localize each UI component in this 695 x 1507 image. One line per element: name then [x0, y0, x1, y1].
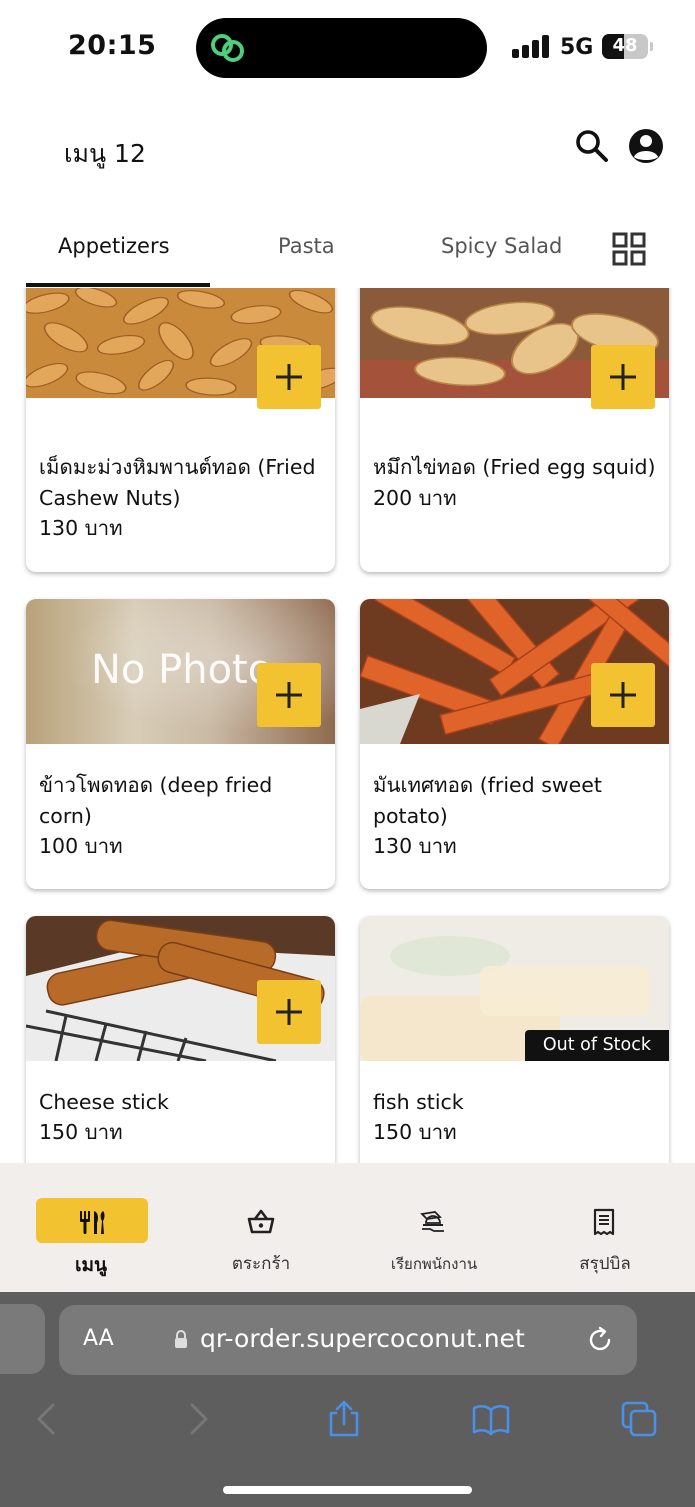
home-indicator	[223, 1486, 472, 1494]
grid-view-icon[interactable]	[612, 232, 646, 266]
app-header: เมนู 12	[0, 96, 695, 206]
item-name: Cheese stick	[39, 1090, 169, 1114]
plus-icon	[610, 682, 636, 708]
add-to-cart-button[interactable]	[257, 345, 321, 409]
lock-icon	[175, 1330, 187, 1348]
forward-icon[interactable]	[178, 1399, 218, 1439]
menu-grid: เม็ดมะม่วงหิมพานต์ทอด (Fried Cashew Nuts…	[0, 288, 695, 1163]
back-icon[interactable]	[27, 1399, 67, 1439]
bookmarks-icon[interactable]	[471, 1399, 511, 1439]
battery-level: 48	[612, 35, 638, 56]
reload-icon[interactable]	[585, 1325, 615, 1355]
item-price: 150 บาท	[373, 1120, 457, 1144]
menu-item-card[interactable]: Cheese stick 150 บาท	[26, 916, 335, 1163]
item-name: หมึกไข่ทอด (Fried egg squid)	[373, 455, 656, 479]
plus-icon	[276, 999, 302, 1025]
add-to-cart-button[interactable]	[591, 345, 655, 409]
menu-item-card[interactable]: No Photo ข้าวโพดทอด (deep fried corn) 10…	[26, 599, 335, 889]
utensils-icon	[80, 1211, 105, 1234]
menu-item-card[interactable]: หมึกไข่ทอด (Fried egg squid) 200 บาท	[360, 288, 669, 572]
account-circle-icon[interactable]	[627, 127, 665, 165]
url-text: qr-order.supercoconut.net	[200, 1324, 525, 1353]
add-to-cart-button[interactable]	[257, 980, 321, 1044]
battery-icon: 48	[602, 34, 648, 59]
no-photo-label: No Photo	[91, 647, 273, 693]
status-bar: 20:15 5G 48	[0, 0, 695, 96]
nav-label: เรียกพนักงาน	[390, 1255, 478, 1273]
item-price: 100 บาท	[39, 834, 123, 858]
add-to-cart-button[interactable]	[591, 663, 655, 727]
share-icon[interactable]	[324, 1399, 364, 1439]
item-price: 130 บาท	[39, 516, 123, 540]
item-name: fish stick	[373, 1090, 464, 1114]
plus-icon	[610, 364, 636, 390]
address-bar[interactable]: AA qr-order.supercoconut.net	[59, 1305, 637, 1375]
add-to-cart-button[interactable]	[257, 663, 321, 727]
tab-pasta[interactable]: Pasta	[278, 234, 335, 258]
bottom-navigation: เมนู ตระกร้า เรียกพนักงาน สรุปบิล	[0, 1163, 695, 1292]
signal-icon	[512, 34, 550, 58]
item-name: ข้าวโพดทอด (deep fried corn)	[39, 773, 273, 828]
call-waiter-icon	[420, 1211, 444, 1232]
nav-label: สรุปบิล	[579, 1254, 631, 1274]
tab-appetizers[interactable]: Appetizers	[58, 234, 170, 258]
link-chain-icon	[211, 34, 244, 62]
item-name: เม็ดมะม่วงหิมพานต์ทอด (Fried Cashew Nuts…	[39, 455, 316, 510]
previous-tab-preview[interactable]	[0, 1304, 45, 1374]
tab-spicy-salad[interactable]: Spicy Salad	[441, 234, 562, 258]
nav-label: เมนู	[74, 1254, 107, 1276]
menu-item-card[interactable]: Out of Stock fish stick 150 บาท	[360, 916, 669, 1163]
item-name: มันเทศทอด (fried sweet potato)	[373, 773, 602, 828]
search-icon[interactable]	[574, 128, 610, 164]
item-price: 130 บาท	[373, 834, 457, 858]
receipt-icon	[593, 1208, 615, 1236]
status-time: 20:15	[68, 30, 157, 61]
network-label: 5G	[560, 35, 594, 60]
dynamic-island	[196, 18, 487, 78]
category-tabs: Appetizers Pasta Spicy Salad	[0, 206, 695, 288]
nav-menu[interactable]: เมนู	[0, 1163, 174, 1292]
plus-icon	[276, 682, 302, 708]
browser-toolbar: AA qr-order.supercoconut.net	[0, 1292, 695, 1507]
active-tab-indicator	[26, 283, 210, 287]
item-price: 200 บาท	[373, 486, 457, 510]
text-size-button[interactable]: AA	[83, 1326, 114, 1351]
nav-cart[interactable]: ตระกร้า	[174, 1163, 348, 1292]
item-price: 150 บาท	[39, 1120, 123, 1144]
nav-bill-summary[interactable]: สรุปบิล	[521, 1163, 695, 1292]
nav-call-waiter[interactable]: เรียกพนักงาน	[348, 1163, 522, 1292]
page-title: เมนู 12	[64, 139, 146, 168]
menu-item-card[interactable]: มันเทศทอด (fried sweet potato) 130 บาท	[360, 599, 669, 889]
out-of-stock-badge: Out of Stock	[524, 1030, 669, 1061]
basket-icon	[247, 1209, 275, 1234]
battery-cap	[650, 42, 653, 51]
plus-icon	[276, 364, 302, 390]
tabs-icon[interactable]	[619, 1399, 659, 1439]
menu-item-card[interactable]: เม็ดมะม่วงหิมพานต์ทอด (Fried Cashew Nuts…	[26, 288, 335, 572]
nav-label: ตระกร้า	[231, 1254, 291, 1274]
